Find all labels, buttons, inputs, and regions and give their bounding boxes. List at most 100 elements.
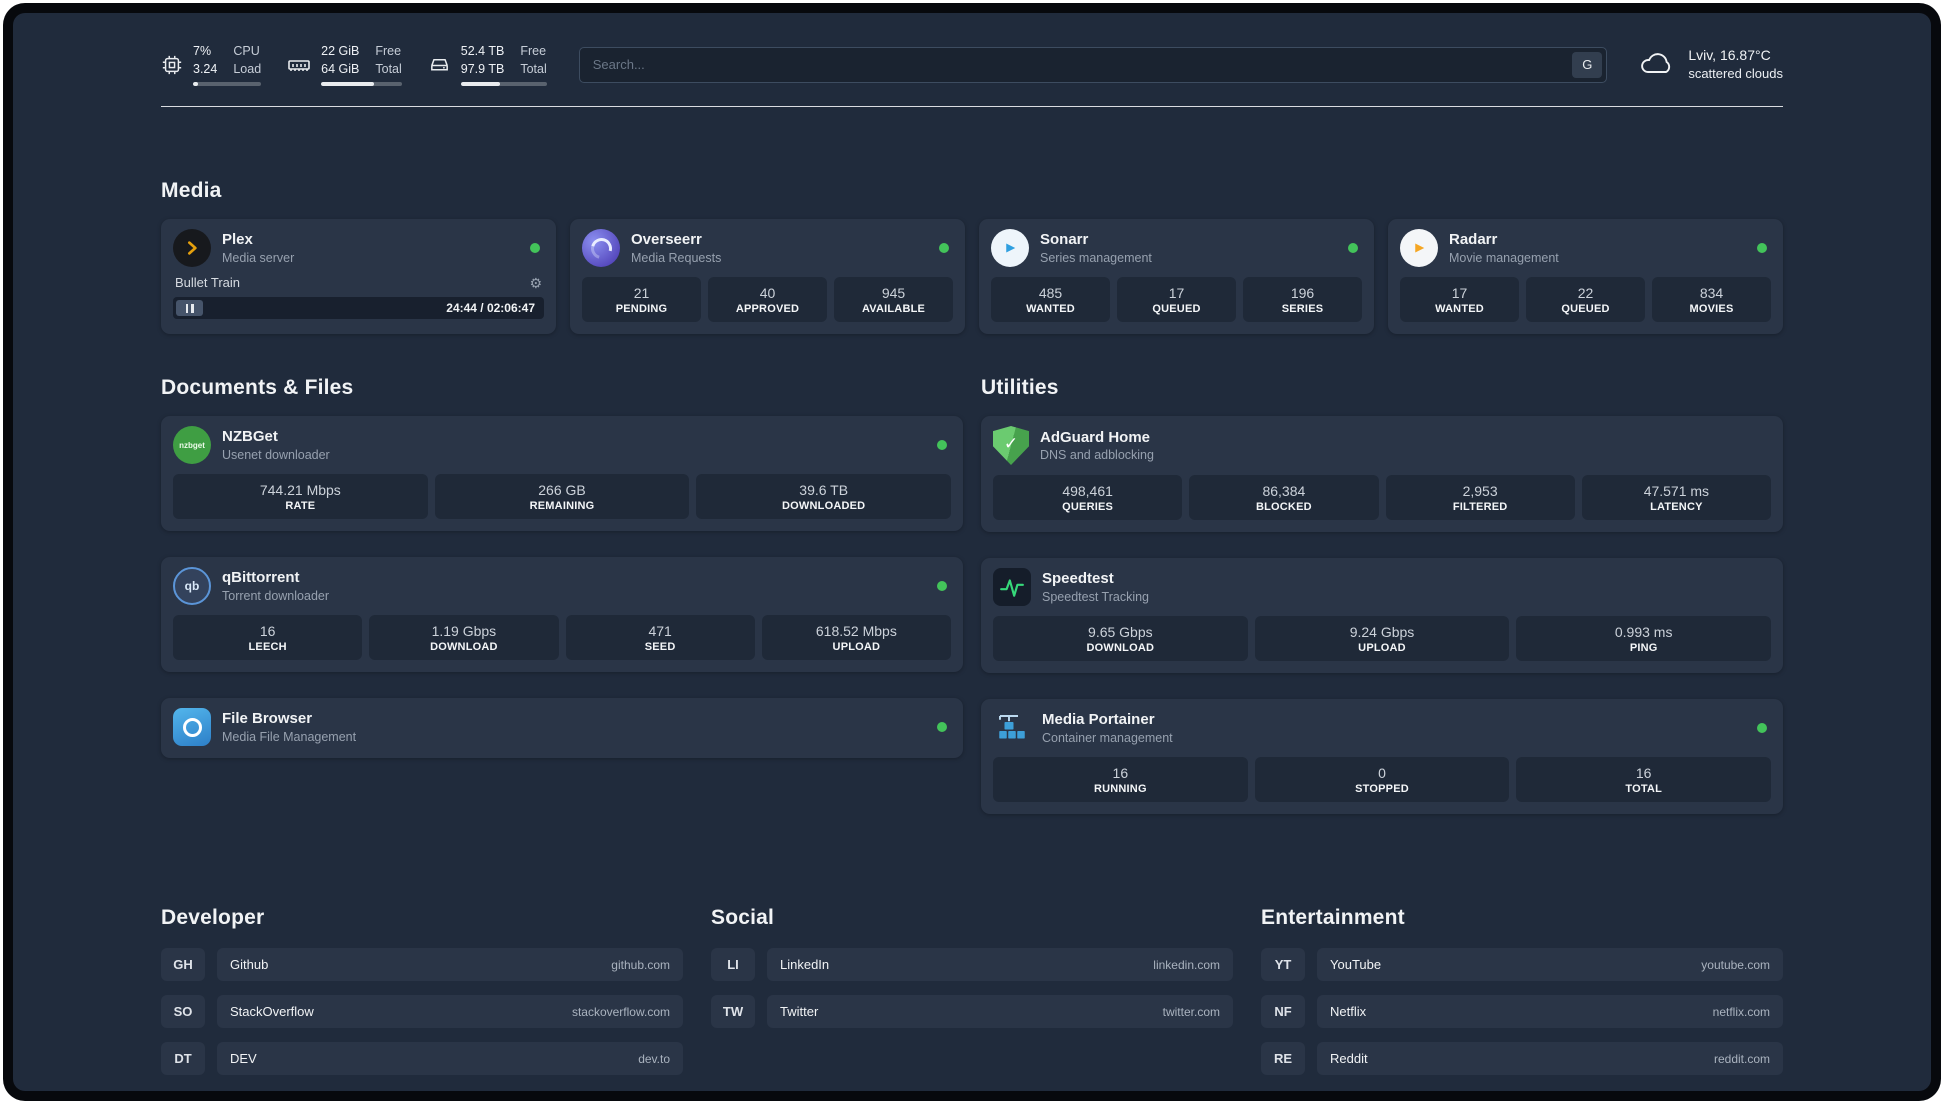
bookmark-twitter[interactable]: TW Twitter twitter.com bbox=[711, 995, 1233, 1028]
bookmark-linkedin[interactable]: LI LinkedIn linkedin.com bbox=[711, 948, 1233, 981]
bookmark-name: DEV bbox=[230, 1051, 257, 1066]
dev-abbr-icon: DT bbox=[161, 1042, 205, 1075]
stat-pending: 21 PENDING bbox=[582, 277, 701, 322]
app-name-portainer: Media Portainer bbox=[1042, 711, 1155, 729]
bookmark-name: StackOverflow bbox=[230, 1004, 314, 1019]
window-frame: 7% 3.24 CPU Load 22 GiB 64 GiB Free Tota… bbox=[3, 3, 1941, 1101]
stat-value: 17 bbox=[1451, 285, 1468, 301]
speedtest-graph-icon bbox=[993, 568, 1031, 606]
status-online-dot bbox=[530, 243, 540, 253]
bookmark-youtube[interactable]: YT YouTube youtube.com bbox=[1261, 948, 1783, 981]
adguard-check-glyph: ✓ bbox=[1003, 434, 1019, 453]
bookmarks-area: Developer GH Github github.com SO StackO… bbox=[161, 906, 1783, 1089]
bookmark-url: twitter.com bbox=[1162, 1004, 1220, 1019]
search-engine-button[interactable]: G bbox=[1572, 51, 1603, 78]
app-card-adguard[interactable]: ✓ AdGuard Home DNS and adblocking 498,46… bbox=[981, 416, 1783, 532]
app-card-plex[interactable]: Plex Media server Bullet Train ⚙ 24:44 /… bbox=[161, 219, 556, 334]
stat-remaining: 266 GB REMAINING bbox=[434, 474, 690, 519]
stat-label: DOWNLOADED bbox=[782, 500, 866, 512]
disk-total-value: 97.9 TB bbox=[460, 61, 505, 76]
app-name-overseerr: Overseerr bbox=[631, 231, 702, 249]
app-card-filebrowser[interactable]: File Browser Media File Management bbox=[161, 698, 963, 758]
settings-gear-icon[interactable]: ⚙ bbox=[529, 276, 542, 290]
status-online-dot bbox=[937, 581, 947, 591]
bookmark-url: linkedin.com bbox=[1153, 957, 1220, 972]
stat-value: 485 bbox=[1038, 285, 1063, 301]
disk-icon bbox=[428, 53, 451, 76]
stat-value: 266 GB bbox=[538, 482, 586, 498]
stat-value: 86,384 bbox=[1262, 483, 1306, 499]
bookmark-dev[interactable]: DT DEV dev.to bbox=[161, 1042, 683, 1075]
bookmark-netflix[interactable]: NF Netflix netflix.com bbox=[1261, 995, 1783, 1028]
app-name-nzbget: NZBGet bbox=[222, 428, 278, 446]
app-name-qbittorrent: qBittorrent bbox=[222, 569, 300, 587]
stat-filtered: 2,953 FILTERED bbox=[1385, 475, 1575, 520]
bookmark-url: github.com bbox=[611, 957, 670, 972]
overseerr-icon bbox=[582, 229, 620, 267]
bookmark-group-developer: Developer GH Github github.com SO StackO… bbox=[161, 906, 683, 1089]
stat-label: SEED bbox=[644, 641, 676, 653]
app-subtitle-qbittorrent: Torrent downloader bbox=[222, 588, 330, 603]
bookmark-url: netflix.com bbox=[1712, 1004, 1770, 1019]
plex-icon bbox=[173, 229, 211, 267]
stat-leech: 16 LEECH bbox=[173, 615, 363, 660]
bookmark-name: Netflix bbox=[1330, 1004, 1367, 1019]
app-subtitle-overseerr: Media Requests bbox=[631, 250, 722, 265]
search-input[interactable] bbox=[578, 46, 1608, 83]
github-abbr-icon: GH bbox=[161, 948, 205, 981]
stat-label: DOWNLOAD bbox=[1086, 642, 1155, 654]
stat-approved: 40 APPROVED bbox=[708, 277, 827, 322]
search-bar: G bbox=[578, 46, 1608, 83]
app-card-qbittorrent[interactable]: qb qBittorrent Torrent downloader 16 LEE… bbox=[161, 557, 963, 672]
pause-button[interactable] bbox=[176, 300, 203, 316]
cpu-label-top: CPU bbox=[233, 44, 260, 58]
bookmark-github[interactable]: GH Github github.com bbox=[161, 948, 683, 981]
stat-label: FILTERED bbox=[1452, 501, 1508, 513]
app-subtitle-filebrowser: Media File Management bbox=[222, 729, 357, 744]
app-name-plex: Plex bbox=[222, 231, 253, 249]
youtube-abbr-icon: YT bbox=[1261, 948, 1305, 981]
disk-widget: 52.4 TB 97.9 TB Free Total bbox=[428, 43, 547, 86]
bookmark-name: LinkedIn bbox=[780, 957, 830, 972]
disk-progress-fill bbox=[460, 82, 501, 86]
app-name-filebrowser: File Browser bbox=[222, 710, 313, 728]
app-card-radarr[interactable]: Radarr Movie management 17 WANTED 22 QUE… bbox=[1388, 219, 1783, 334]
app-card-sonarr[interactable]: Sonarr Series management 485 WANTED 17 Q… bbox=[979, 219, 1374, 334]
qbittorrent-stats: 16 LEECH 1.19 Gbps DOWNLOAD 471 SEED 618… bbox=[173, 615, 951, 660]
stat-value: 0.993 ms bbox=[1614, 624, 1673, 640]
stat-running: 16 RUNNING bbox=[993, 757, 1248, 802]
nzbget-stats: 744.21 Mbps RATE 266 GB REMAINING 39.6 T… bbox=[173, 474, 952, 519]
stat-label: QUERIES bbox=[1062, 501, 1114, 513]
app-card-speedtest[interactable]: Speedtest Speedtest Tracking 9.65 Gbps D… bbox=[981, 558, 1783, 673]
bookmark-url: reddit.com bbox=[1713, 1051, 1770, 1066]
playback-bar: 24:44 / 02:06:47 bbox=[173, 297, 544, 319]
stat-value: 16 bbox=[259, 623, 276, 639]
stat-label: LATENCY bbox=[1650, 501, 1703, 513]
stat-value: 22 bbox=[1577, 285, 1594, 301]
now-playing-widget: Bullet Train ⚙ 24:44 / 02:06:47 bbox=[173, 275, 544, 319]
stat-label: WANTED bbox=[1026, 303, 1075, 315]
stat-value: 834 bbox=[1699, 285, 1724, 301]
bookmark-reddit[interactable]: RE Reddit reddit.com bbox=[1261, 1042, 1783, 1075]
app-card-nzbget[interactable]: nzbget NZBGet Usenet downloader 744.21 M… bbox=[161, 416, 963, 531]
app-card-portainer[interactable]: Media Portainer Container management 16 … bbox=[981, 699, 1783, 814]
app-card-overseerr[interactable]: Overseerr Media Requests 21 PENDING 40 A… bbox=[570, 219, 965, 334]
radarr-icon bbox=[1400, 229, 1438, 267]
stat-label: LEECH bbox=[248, 641, 287, 653]
stat-value: 618.52 Mbps bbox=[815, 623, 897, 639]
app-subtitle-portainer: Container management bbox=[1042, 730, 1173, 745]
bookmark-stackoverflow[interactable]: SO StackOverflow stackoverflow.com bbox=[161, 995, 683, 1028]
stat-ping: 0.993 ms PING bbox=[1516, 616, 1772, 661]
stat-value: 9.24 Gbps bbox=[1349, 624, 1415, 640]
stat-label: AVAILABLE bbox=[861, 303, 926, 315]
cpu-icon bbox=[161, 54, 183, 76]
stat-upload: 618.52 Mbps UPLOAD bbox=[761, 615, 951, 660]
cloud-icon bbox=[1639, 47, 1675, 82]
section-title-entertainment: Entertainment bbox=[1261, 906, 1405, 929]
disk-label-total: Total bbox=[520, 61, 547, 76]
stat-value: 0 bbox=[1378, 765, 1386, 781]
stat-value: 498,461 bbox=[1062, 483, 1113, 499]
section-title-media: Media bbox=[161, 179, 222, 202]
stat-queued: 22 QUEUED bbox=[1526, 277, 1645, 322]
netflix-abbr-icon: NF bbox=[1261, 995, 1305, 1028]
